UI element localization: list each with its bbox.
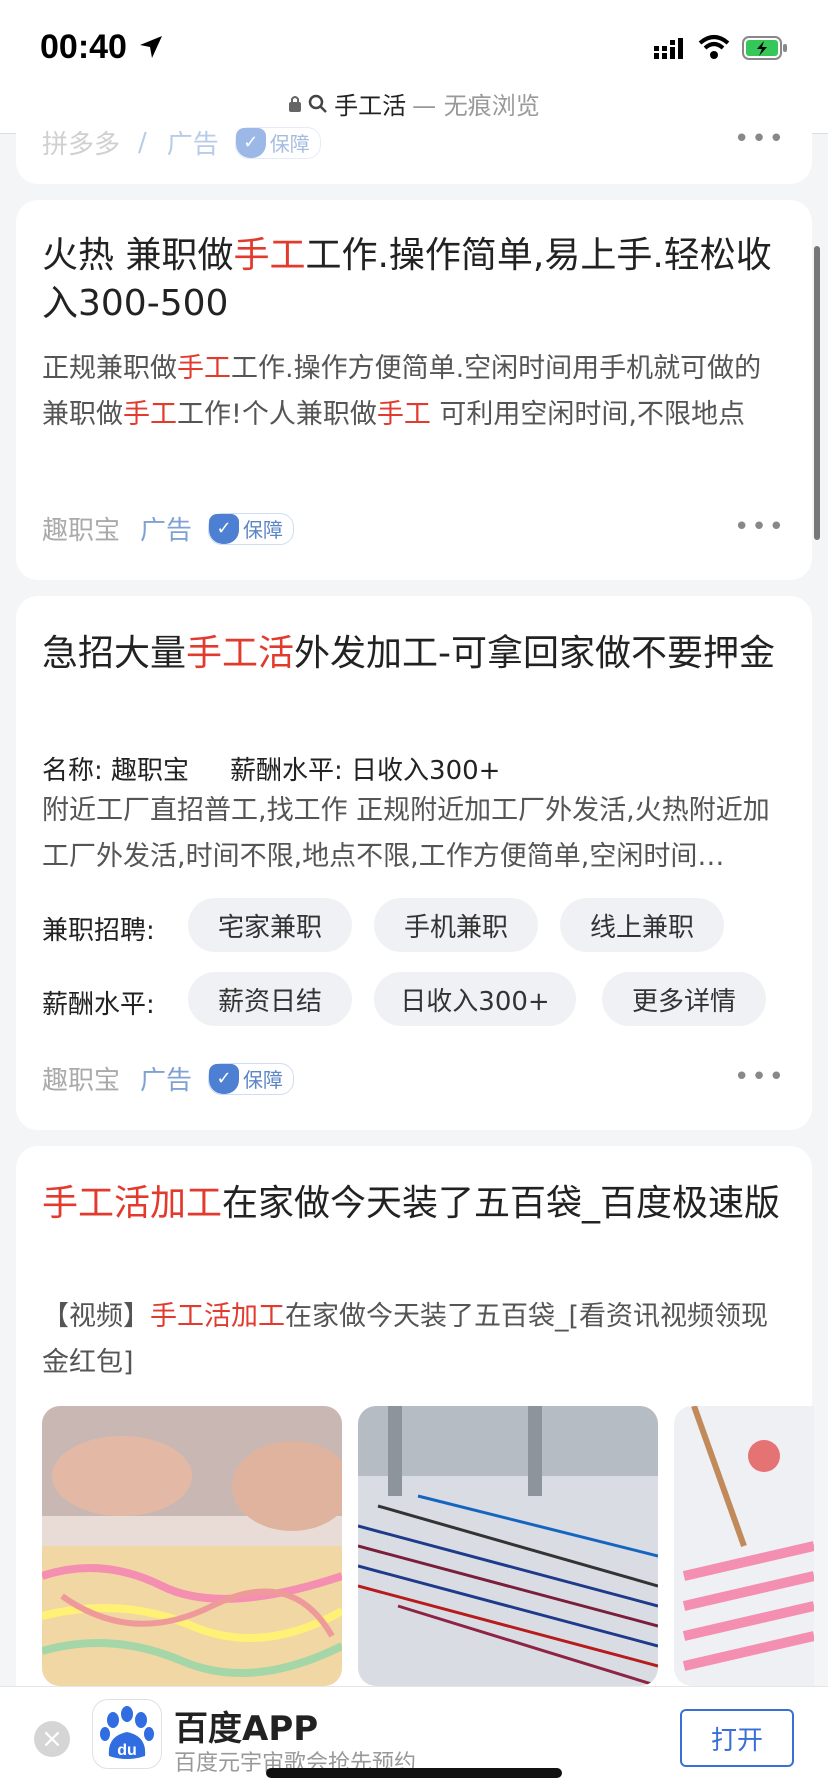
chip-phone-job[interactable]: 手机兼职	[374, 898, 538, 952]
chip-daily-pay[interactable]: 薪资日结	[188, 972, 352, 1026]
result-title[interactable]: 火热 兼职做手工工作.操作简单,易上手.轻松收入300-500	[42, 232, 786, 328]
pink-packages-image	[674, 1406, 814, 1686]
location-arrow-icon	[140, 36, 162, 58]
card-meta: 拼多多 / 广告 ✓ 保障	[42, 124, 786, 161]
address-query: 手工活	[334, 92, 407, 120]
result-title[interactable]: 手工活加工在家做今天装了五百袋_百度极速版	[42, 1180, 786, 1228]
chip-home-job[interactable]: 宅家兼职	[188, 898, 352, 952]
name-field: 名称: 趣职宝	[42, 756, 190, 786]
video-thumbnail-3[interactable]	[674, 1406, 814, 1686]
chip-daily-income[interactable]: 日收入300+	[374, 972, 576, 1026]
ad-label: 广告	[140, 1066, 193, 1096]
logo-text: du	[117, 1742, 137, 1759]
cellular-signal-icon	[654, 38, 683, 59]
source-label: 拼多多	[42, 130, 121, 160]
source-label: 趣职宝	[42, 1066, 121, 1096]
rubber-bands-image	[42, 1406, 342, 1686]
source-label: 趣职宝	[42, 516, 121, 546]
shield-check-icon: ✓	[235, 127, 266, 158]
guarantee-badge: ✓ 保障	[208, 1062, 295, 1095]
card-meta: 趣职宝 广告 ✓ 保障	[42, 1060, 786, 1097]
chip-more-details[interactable]: 更多详情	[602, 972, 766, 1026]
status-bar: 00:40	[0, 0, 828, 84]
scroll-indicator[interactable]	[814, 246, 820, 540]
private-mode-label: — 无痕浏览	[412, 92, 540, 120]
result-card-previous[interactable]: 拼多多 / 广告 ✓ 保障 •••	[16, 120, 812, 184]
more-options-icon[interactable]: •••	[734, 124, 786, 154]
ad-divider: /	[138, 127, 147, 158]
baidu-logo-icon: du	[92, 1699, 162, 1769]
job-type-label: 兼职招聘:	[42, 916, 155, 946]
close-icon[interactable]: ×	[34, 1721, 70, 1757]
ad-label: 广告	[166, 130, 219, 160]
open-app-button[interactable]: 打开	[680, 1709, 794, 1767]
result-title[interactable]: 急招大量手工活外发加工-可拿回家做不要押金	[42, 630, 786, 678]
shield-check-icon: ✓	[209, 513, 240, 544]
cables-image	[358, 1406, 658, 1686]
wifi-icon	[698, 35, 730, 59]
video-thumbnail-2[interactable]	[358, 1406, 658, 1686]
more-options-icon[interactable]: •••	[734, 512, 786, 542]
result-description: 【视频】手工活加工在家做今天装了五百袋_[看资讯视频领现金红包]	[42, 1301, 769, 1378]
status-time: 00:40	[40, 28, 127, 66]
video-thumbnail-1[interactable]	[42, 1406, 342, 1686]
result-description: 正规兼职做手工工作.操作方便简单.空闲时间用手机就可做的兼职做手工工作!个人兼职…	[42, 353, 762, 430]
battery-icon	[742, 36, 787, 60]
result-card-1[interactable]: 火热 兼职做手工工作.操作简单,易上手.轻松收入300-500 正规兼职做手工工…	[16, 200, 812, 580]
lock-icon	[289, 95, 302, 112]
app-name: 百度APP	[174, 1709, 319, 1749]
result-card-2[interactable]: 急招大量手工活外发加工-可拿回家做不要押金 名称: 趣职宝 薪酬水平: 日收入3…	[16, 596, 812, 1130]
salary-field: 薪酬水平: 日收入300+	[230, 756, 501, 786]
ad-label: 广告	[140, 516, 193, 546]
guarantee-badge: ✓ 保障	[208, 512, 295, 545]
shield-check-icon: ✓	[209, 1063, 240, 1094]
guarantee-badge: ✓ 保障	[234, 126, 321, 159]
more-options-icon[interactable]: •••	[734, 1062, 786, 1092]
home-indicator[interactable]	[266, 1768, 562, 1778]
search-icon	[308, 94, 328, 113]
chip-online-job[interactable]: 线上兼职	[560, 898, 724, 952]
card-meta: 趣职宝 广告 ✓ 保障	[42, 510, 786, 547]
salary-level-label: 薪酬水平:	[42, 990, 155, 1020]
result-description: 附近工厂直招普工,找工作 正规附近加工厂外发活,火热附近加工厂外发活,时间不限,…	[42, 795, 770, 872]
